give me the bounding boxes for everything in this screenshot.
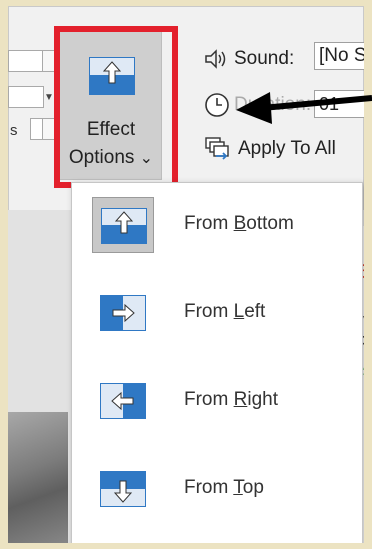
duration-label: Duration: [234, 94, 312, 115]
duration-input[interactable]: 01 [314, 90, 364, 118]
menu-item-from-top[interactable]: From Top [84, 455, 350, 525]
menu-item-label: From Right [184, 389, 278, 410]
partial-spin-box-1[interactable] [8, 50, 56, 72]
menu-item-from-right[interactable]: From Right [84, 367, 350, 437]
apply-to-all-button[interactable]: Apply To All [238, 138, 336, 160]
menu-item-label: From Bottom [184, 213, 294, 234]
menu-resize-grip[interactable]: ..... [194, 537, 221, 543]
menu-item-from-left[interactable]: From Left [84, 279, 350, 349]
sound-label: Sound: [234, 48, 295, 69]
apply-to-all-icon [205, 137, 229, 160]
arrow-down-icon [100, 471, 146, 507]
partial-spin-box-3[interactable] [8, 118, 56, 140]
slide-thumbnail-photo [8, 412, 68, 543]
arrow-up-icon [101, 208, 147, 244]
menu-item-from-bottom[interactable]: From Bottom [84, 191, 350, 261]
partial-spin-box-2[interactable] [8, 86, 54, 108]
highlight-rectangle [54, 26, 178, 188]
arrow-left-icon [100, 383, 146, 419]
speaker-icon [205, 49, 226, 69]
menu-item-label: From Top [184, 477, 264, 498]
sound-dropdown[interactable]: [No S [314, 42, 364, 70]
app-window: ▼ s Effect Options ⌄ Sound: [No S Durati… [8, 6, 364, 543]
effect-options-menu: From Bottom From Left From Right From To… [71, 182, 363, 543]
clock-icon [205, 93, 229, 117]
menu-item-label: From Left [184, 301, 266, 322]
arrow-right-icon [100, 295, 146, 331]
